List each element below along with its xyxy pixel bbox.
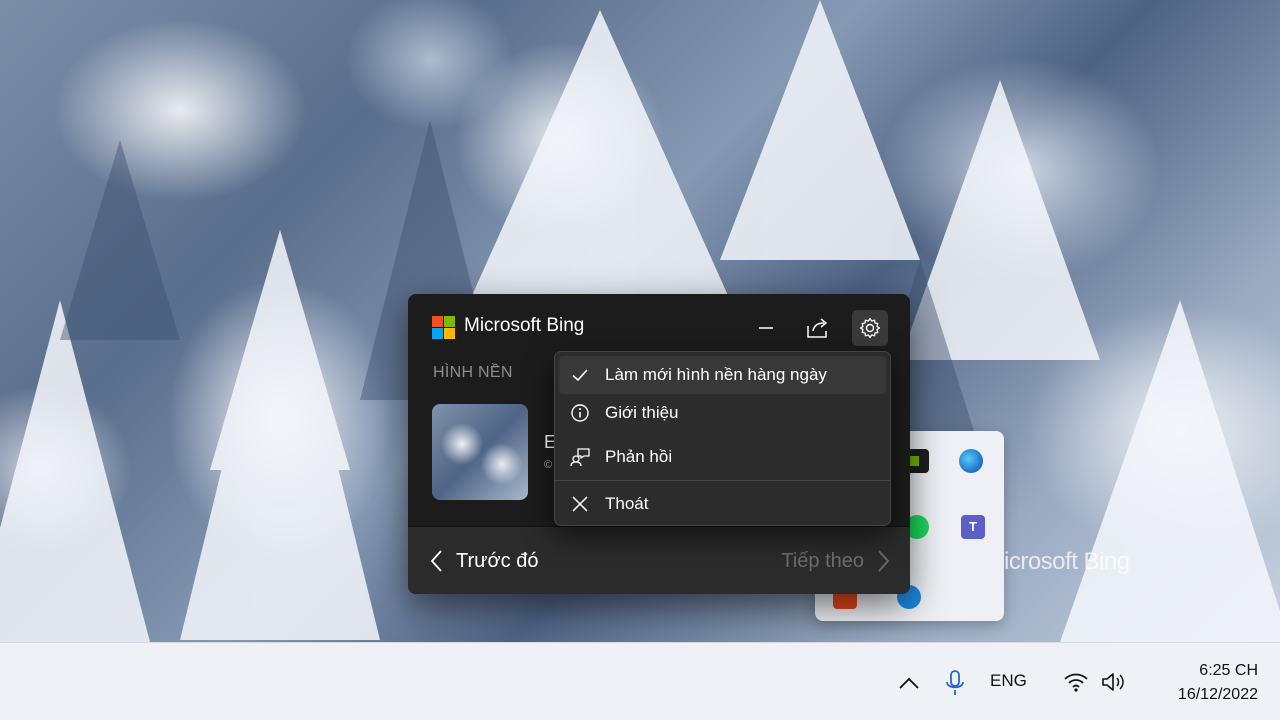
next-label: Tiếp theo — [781, 549, 864, 572]
menu-item-label: Làm mới hình nền hàng ngày — [605, 365, 827, 384]
settings-menu: Làm mới hình nền hàng ngày Giới thiệu Ph… — [554, 351, 891, 526]
taskbar: ENG 6:25 CH 16/12/2022 — [0, 642, 1280, 720]
info-icon — [571, 404, 589, 422]
bing-watermark: icrosoft Bing — [1004, 548, 1130, 575]
wallpaper-section-label: HÌNH NỀN — [433, 364, 513, 381]
previous-label: Trước đó — [456, 549, 539, 572]
wifi-icon — [1064, 673, 1088, 692]
checkmark-icon — [572, 369, 588, 382]
clock[interactable]: 6:25 CH 16/12/2022 — [1148, 659, 1258, 707]
minimize-icon — [759, 327, 773, 329]
menu-separator — [555, 480, 890, 481]
volume-icon — [1102, 673, 1124, 691]
menu-item-label: Giới thiệu — [605, 403, 679, 422]
wifi-button[interactable] — [1062, 669, 1090, 695]
feedback-icon — [570, 448, 590, 467]
clock-date: 16/12/2022 — [1177, 686, 1258, 703]
volume-button[interactable] — [1099, 669, 1129, 695]
menu-item-about[interactable]: Giới thiệu — [559, 394, 886, 432]
menu-item-label: Thoát — [605, 494, 649, 513]
menu-item-exit[interactable]: Thoát — [559, 485, 886, 523]
network-app-icon[interactable] — [959, 449, 983, 473]
next-button[interactable]: Tiếp theo — [781, 546, 890, 576]
show-hidden-icons-button[interactable] — [894, 669, 924, 697]
gear-icon — [859, 317, 881, 339]
share-icon — [807, 318, 828, 338]
microsoft-logo-icon — [432, 316, 455, 339]
chevron-up-icon — [899, 677, 919, 689]
microphone-icon — [946, 670, 964, 695]
share-button[interactable] — [800, 310, 836, 346]
input-language-indicator[interactable]: ENG — [990, 671, 1027, 691]
app-title: Microsoft Bing — [464, 315, 585, 336]
popup-footer: Trước đó Tiếp theo — [408, 526, 910, 594]
close-icon — [572, 496, 588, 512]
menu-item-daily-refresh[interactable]: Làm mới hình nền hàng ngày — [559, 356, 886, 394]
menu-item-feedback[interactable]: Phản hồi — [559, 438, 886, 476]
microphone-button[interactable] — [940, 667, 970, 699]
teams-icon[interactable]: T — [961, 515, 985, 539]
minimize-button[interactable] — [748, 310, 784, 346]
chevron-right-icon — [878, 550, 890, 572]
wallpaper-thumbnail[interactable] — [432, 404, 528, 500]
previous-button[interactable]: Trước đó — [430, 546, 538, 576]
chevron-left-icon — [430, 550, 442, 572]
menu-item-label: Phản hồi — [605, 447, 673, 466]
settings-button[interactable] — [852, 310, 888, 346]
wallpaper-copyright: © — [544, 459, 553, 471]
clock-time: 6:25 CH — [1199, 662, 1258, 679]
